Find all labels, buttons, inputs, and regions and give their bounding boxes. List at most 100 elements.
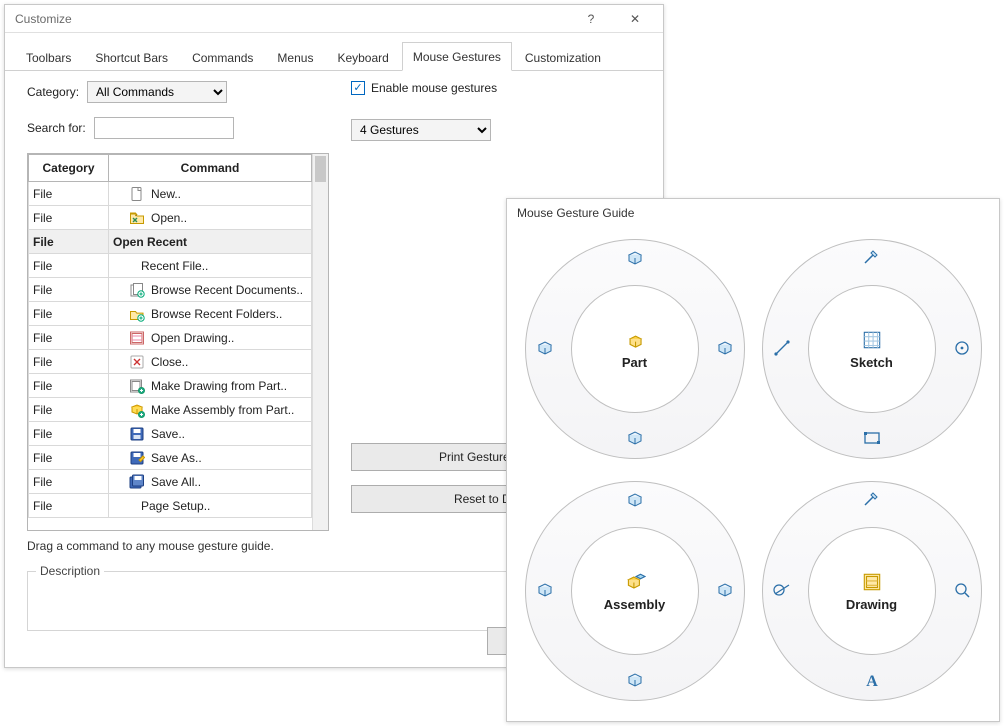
tab-keyboard[interactable]: Keyboard [326,43,399,71]
table-row[interactable]: FileMake Assembly from Part.. [29,398,312,422]
table-row[interactable]: FileSave All.. [29,470,312,494]
table-row[interactable]: FileOpen Drawing.. [29,326,312,350]
cell-command: Browse Recent Folders.. [109,302,312,326]
cell-category: File [29,230,109,254]
gesture-slot-right[interactable] [950,337,974,361]
tab-commands[interactable]: Commands [181,43,264,71]
cell-command: Save.. [109,422,312,446]
cell-command: Make Drawing from Part.. [109,374,312,398]
command-label: Make Drawing from Part.. [151,379,287,393]
folder-icon [129,210,145,226]
gesture-slot-right[interactable] [950,579,974,603]
cell-command: Page Setup.. [109,494,312,518]
close-icon [129,354,145,370]
ring-inner: Part [571,285,699,413]
assembly-icon [624,571,646,593]
gesture-slot-left[interactable] [533,579,557,603]
command-label: Open.. [151,211,187,225]
command-label: Open Recent [113,235,187,249]
cell-command: Browse Recent Documents.. [109,278,312,302]
close-button[interactable]: ✕ [613,6,657,32]
gesture-slot-left[interactable] [533,337,557,361]
rings-grid: Part Sketch Assembly Drawing [507,227,999,721]
gesture-slot-top[interactable] [623,247,647,271]
save-icon [129,426,145,442]
gesture-slot-top[interactable] [860,489,884,513]
cell-category: File [29,278,109,302]
cell-category: File [29,422,109,446]
table-row[interactable]: FilePage Setup.. [29,494,312,518]
cube-icon [625,248,645,271]
line-icon [772,338,792,361]
description-label: Description [36,564,104,578]
gesture-slot-bottom[interactable] [623,669,647,693]
commands-table-wrap: Category Command FileNew..FileOpen..File… [27,153,329,531]
gesture-slot-bottom[interactable] [623,427,647,451]
help-button[interactable]: ? [569,6,613,32]
command-label: Save As.. [151,451,202,465]
ring-label: Drawing [846,597,897,612]
cell-command: Open Recent [109,230,312,254]
help-icon: ? [588,12,595,26]
table-row[interactable]: FileOpen.. [29,206,312,230]
table-row[interactable]: FileBrowse Recent Folders.. [29,302,312,326]
scrollbar-thumb[interactable] [315,156,326,182]
cube-icon [715,338,735,361]
ring-assembly: Assembly [517,471,752,711]
saveas-icon [129,450,145,466]
scrollbar[interactable] [312,154,328,530]
mkassembly-icon [129,402,145,418]
col-command[interactable]: Command [109,155,312,182]
table-row[interactable]: File Recent File.. [29,254,312,278]
tabstrip: Toolbars Shortcut Bars Commands Menus Ke… [5,33,663,71]
cube-icon [625,670,645,693]
tab-customization[interactable]: Customization [514,43,612,71]
category-label: Category: [27,85,79,99]
col-category[interactable]: Category [29,155,109,182]
cell-category: File [29,446,109,470]
circle-slash-icon [772,580,792,603]
close-icon: ✕ [630,12,640,26]
gestures-row: 4 Gestures [351,119,649,141]
tab-menus[interactable]: Menus [266,43,324,71]
search-input[interactable] [94,117,234,139]
tab-shortcut-bars[interactable]: Shortcut Bars [84,43,179,71]
gesture-slot-left[interactable] [770,579,794,603]
enable-gestures-label: Enable mouse gestures [371,81,497,95]
table-row[interactable]: FileMake Drawing from Part.. [29,374,312,398]
command-label: Browse Recent Documents.. [151,283,303,297]
gesture-slot-bottom[interactable] [860,427,884,451]
gesture-slot-left[interactable] [770,337,794,361]
gesture-slot-bottom[interactable] [860,669,884,693]
ring-inner: Sketch [808,285,936,413]
ring-label: Part [622,355,647,370]
cell-category: File [29,494,109,518]
table-row[interactable]: File Browse Recent Documents.. [29,278,312,302]
category-select[interactable]: All Commands [87,81,227,103]
cell-category: File [29,254,109,278]
table-row[interactable]: FileNew.. [29,182,312,206]
gesture-slot-top[interactable] [623,489,647,513]
tab-mouse-gestures[interactable]: Mouse Gestures [402,42,512,71]
gesture-slot-right[interactable] [713,337,737,361]
table-row[interactable]: File Open Recent [29,230,312,254]
command-label: Open Drawing.. [151,331,234,345]
command-label: Recent File.. [141,259,208,273]
gesture-guide-window: Mouse Gesture Guide PartSketchAssemblyDr… [506,198,1000,722]
tab-toolbars[interactable]: Toolbars [15,43,82,71]
cell-command: New.. [109,182,312,206]
gestures-select[interactable]: 4 Gestures [351,119,491,141]
ring-label: Assembly [604,597,665,612]
gesture-slot-right[interactable] [713,579,737,603]
table-row[interactable]: FileClose.. [29,350,312,374]
enable-gestures-checkbox[interactable]: ✓ Enable mouse gestures [351,81,649,95]
search-label: Search for: [27,121,86,135]
command-label: Save.. [151,427,185,441]
command-label: Save All.. [151,475,201,489]
cell-category: File [29,398,109,422]
table-row[interactable]: File Save.. [29,422,312,446]
table-row[interactable]: File Save As.. [29,446,312,470]
part-icon [624,329,646,351]
gesture-slot-top[interactable] [860,247,884,271]
commands-table: Category Command FileNew..FileOpen..File… [28,154,312,518]
